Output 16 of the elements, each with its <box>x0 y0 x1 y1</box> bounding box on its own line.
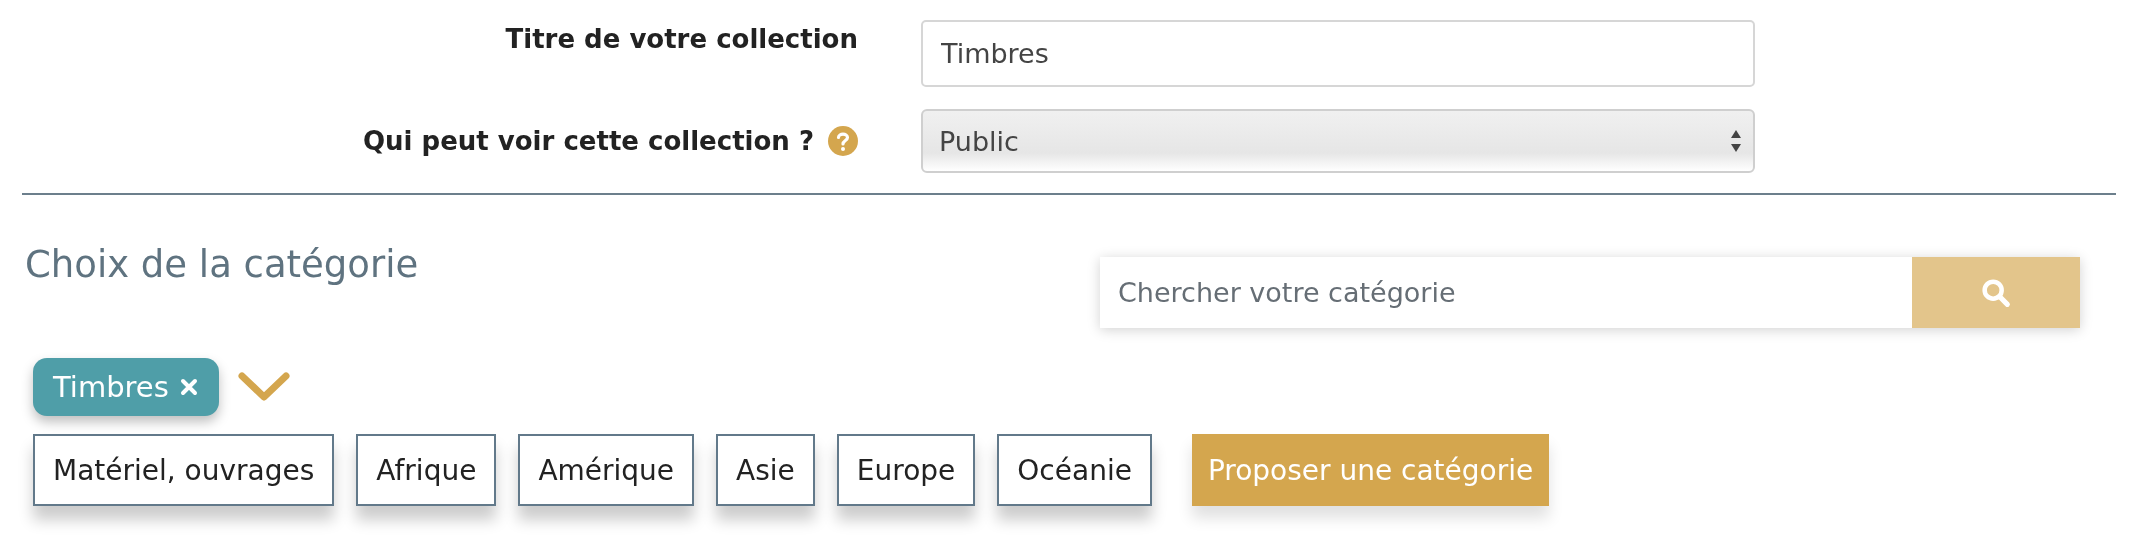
category-button[interactable]: Afrique <box>356 434 497 506</box>
search-button[interactable] <box>1912 257 2080 328</box>
category-button[interactable]: Amérique <box>518 434 695 506</box>
category-button[interactable]: Europe <box>836 434 976 506</box>
field-label: Titre de votre collection <box>505 24 858 54</box>
close-icon[interactable] <box>178 377 199 397</box>
text-field[interactable]: Timbres <box>921 20 1755 87</box>
field-label: Qui peut voir cette collection ? <box>363 126 814 156</box>
category-button[interactable]: Asie <box>716 434 815 506</box>
category-button[interactable]: Océanie <box>997 434 1152 506</box>
sort-arrows-icon <box>1729 128 1743 154</box>
select-field[interactable]: Public <box>921 109 1755 173</box>
chevron-down-icon[interactable] <box>236 371 291 403</box>
help-icon[interactable] <box>828 126 858 156</box>
category-button[interactable]: Matériel, ouvrages <box>33 434 335 506</box>
section-title: Choix de la catégorie <box>25 243 419 286</box>
